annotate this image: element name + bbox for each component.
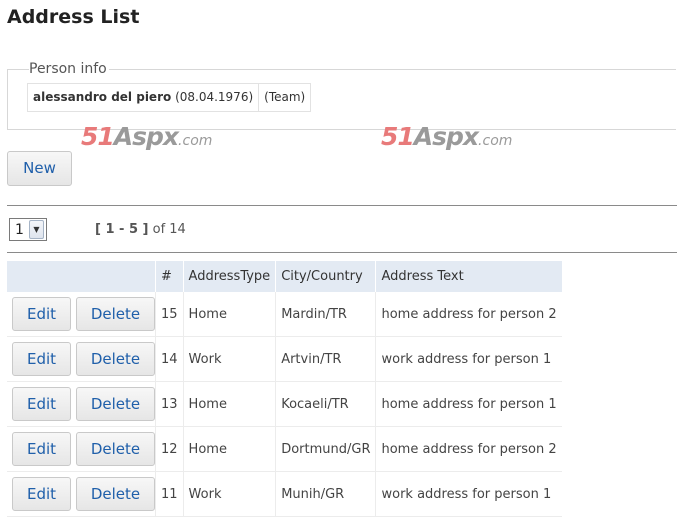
col-text-header: Address Text — [375, 261, 562, 292]
watermark-logo: 51Aspx.com — [381, 122, 512, 151]
watermark-number: 51 — [81, 122, 115, 151]
cell-city: Mardin/TR — [275, 292, 376, 337]
delete-button[interactable]: Delete — [76, 387, 155, 421]
cell-text: work address for person 1 — [375, 471, 562, 517]
watermark-brand: Aspx — [113, 122, 179, 151]
row-actions: Edit Delete — [7, 426, 156, 472]
page-select-value: 1 — [15, 221, 24, 238]
cell-type: Home — [182, 292, 276, 337]
cell-type: Home — [182, 381, 276, 427]
cell-city: Kocaeli/TR — [275, 381, 376, 427]
person-team: (Team) — [258, 84, 310, 111]
cell-id: 12 — [155, 426, 184, 472]
cell-city: Munih/GR — [275, 471, 376, 517]
watermark-brand: Aspx — [413, 122, 479, 151]
watermark-domain: .com — [478, 133, 513, 149]
cell-text: home address for person 2 — [375, 426, 562, 472]
table-row: Edit Delete 13 Home Kocaeli/TR home addre… — [7, 381, 562, 427]
cell-id: 13 — [155, 381, 184, 427]
pager-total: of 14 — [152, 222, 186, 237]
person-name-cell: alessandro del piero (08.04.1976) — [28, 84, 258, 111]
delete-button[interactable]: Delete — [76, 432, 155, 466]
delete-button[interactable]: Delete — [76, 342, 155, 376]
table-row: Edit Delete 12 Home Dortmund/GR home addr… — [7, 426, 562, 472]
person-info-legend: Person info — [29, 61, 109, 77]
col-type-header: AddressType — [182, 261, 276, 292]
col-id-header: # — [155, 261, 184, 292]
cell-city: Dortmund/GR — [275, 426, 376, 472]
watermark-logo: 51Aspx.com — [81, 122, 212, 151]
address-table: # AddressType City/Country Address Text … — [7, 261, 562, 517]
cell-type: Home — [182, 426, 276, 472]
chevron-down-icon[interactable]: ▼ — [29, 220, 44, 239]
cell-type: Work — [182, 471, 276, 517]
table-header-row: # AddressType City/Country Address Text — [7, 261, 562, 292]
cell-id: 15 — [155, 292, 184, 337]
person-info-box: alessandro del piero (08.04.1976) (Team) — [27, 83, 312, 112]
col-city-header: City/Country — [275, 261, 376, 292]
page-select[interactable]: 1 ▼ — [9, 218, 47, 241]
watermark-number: 51 — [381, 122, 415, 151]
row-actions: Edit Delete — [7, 471, 156, 517]
pager-info: [ 1 - 5 ] of 14 — [95, 222, 186, 237]
cell-id: 14 — [155, 336, 184, 382]
person-name: alessandro del piero — [33, 90, 172, 104]
cell-text: home address for person 2 — [375, 292, 562, 337]
cell-city: Artvin/TR — [275, 336, 376, 382]
cell-type: Work — [182, 336, 276, 382]
watermark-domain: .com — [178, 133, 213, 149]
pager-range: [ 1 - 5 ] — [95, 222, 149, 237]
cell-id: 11 — [155, 471, 184, 517]
cell-text: home address for person 1 — [375, 381, 562, 427]
cell-text: work address for person 1 — [375, 336, 562, 382]
row-actions: Edit Delete — [7, 292, 156, 337]
col-actions-header — [7, 261, 156, 292]
delete-button[interactable]: Delete — [76, 297, 155, 331]
edit-button[interactable]: Edit — [12, 387, 71, 421]
row-actions: Edit Delete — [7, 336, 156, 382]
table-row: Edit Delete 15 Home Mardin/TR home addres… — [7, 292, 562, 337]
edit-button[interactable]: Edit — [12, 432, 71, 466]
delete-button[interactable]: Delete — [76, 477, 155, 511]
edit-button[interactable]: Edit — [12, 477, 71, 511]
person-birthdate: (08.04.1976) — [175, 90, 254, 104]
divider — [7, 205, 677, 206]
row-actions: Edit Delete — [7, 381, 156, 427]
table-row: Edit Delete 14 Work Artvin/TR work addres… — [7, 336, 562, 382]
divider — [7, 252, 677, 253]
table-row: Edit Delete 11 Work Munih/GR work address… — [7, 471, 562, 517]
page-title: Address List — [7, 6, 140, 28]
edit-button[interactable]: Edit — [12, 342, 71, 376]
edit-button[interactable]: Edit — [12, 297, 71, 331]
new-button[interactable]: New — [7, 151, 72, 186]
